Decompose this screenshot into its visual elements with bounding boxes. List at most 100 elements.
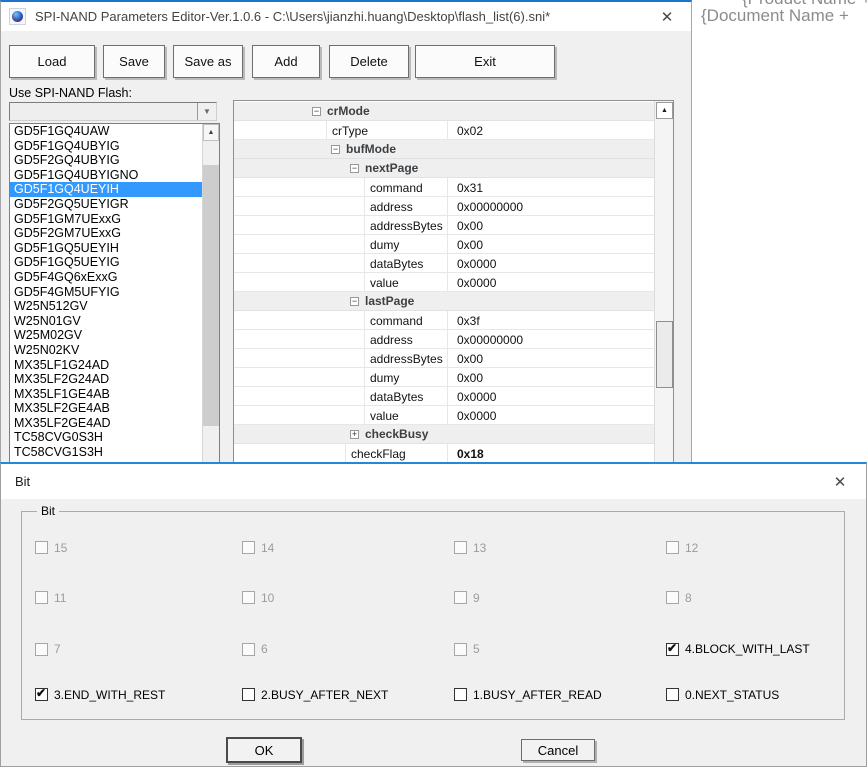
property-value[interactable]: 0x02 xyxy=(447,121,654,139)
table-row[interactable]: command0x31 xyxy=(234,178,654,197)
list-item[interactable]: MX35LF1GE4AB xyxy=(10,387,219,402)
property-value[interactable]: 0x31 xyxy=(447,178,654,196)
list-item[interactable]: MX35LF2G24AD xyxy=(10,372,219,387)
checkbox-label: 2.BUSY_AFTER_NEXT xyxy=(261,688,388,702)
bit-dialog-title-bar: Bit ✕ xyxy=(1,464,866,499)
table-row[interactable]: checkFlag0x18 xyxy=(234,444,654,463)
bit-checkbox-2-busy-after-next[interactable]: 2.BUSY_AFTER_NEXT xyxy=(242,688,454,702)
list-item[interactable]: GD5F4GM5UFYIG xyxy=(10,285,219,300)
property-value[interactable]: 0x18 xyxy=(447,444,654,462)
delete-button[interactable]: Delete xyxy=(329,45,409,78)
list-item[interactable]: GD5F1GQ4UEYIH xyxy=(10,182,219,197)
table-row[interactable]: address0x00000000 xyxy=(234,330,654,349)
table-row[interactable]: +checkBusy xyxy=(234,425,654,444)
flash-combobox[interactable]: ▼ xyxy=(9,102,217,121)
list-item[interactable]: MX35LF1G24AD xyxy=(10,358,219,373)
table-row[interactable]: command0x3f xyxy=(234,311,654,330)
list-item[interactable]: GD5F1GQ4UBYIG xyxy=(10,139,219,154)
grid-scrollbar[interactable]: ▲ xyxy=(654,101,673,465)
collapse-icon[interactable]: − xyxy=(350,297,359,306)
table-row[interactable]: dumy0x00 xyxy=(234,368,654,387)
checkbox-checked-icon[interactable]: ✔ xyxy=(35,688,48,701)
list-item[interactable]: W25M02GV xyxy=(10,328,219,343)
list-item[interactable]: GD5F4GQ6xExxG xyxy=(10,270,219,285)
property-value[interactable]: 0x0000 xyxy=(447,387,654,405)
bit-checkbox-1-busy-after-read[interactable]: 1.BUSY_AFTER_READ xyxy=(454,688,666,702)
collapse-icon[interactable]: − xyxy=(312,107,321,116)
table-row[interactable]: −bufMode xyxy=(234,140,654,159)
save-as-button[interactable]: Save as xyxy=(173,45,243,78)
table-row[interactable]: addressBytes0x00 xyxy=(234,216,654,235)
list-item[interactable]: GD5F1GQ5UEYIG xyxy=(10,255,219,270)
flash-listbox[interactable]: GD5F1GQ4UAWGD5F1GQ4UBYIGGD5F2GQ4UBYIGGD5… xyxy=(9,123,220,468)
close-icon[interactable]: ✕ xyxy=(820,464,860,499)
load-button[interactable]: Load xyxy=(9,45,95,78)
list-scrollbar-thumb[interactable] xyxy=(203,165,219,426)
property-value[interactable]: 0x0000 xyxy=(447,273,654,291)
list-item[interactable]: GD5F2GM7UExxG xyxy=(10,226,219,241)
table-row[interactable]: dataBytes0x0000 xyxy=(234,254,654,273)
bit-checkbox-8: 8 xyxy=(666,591,840,605)
chevron-down-icon[interactable]: ▼ xyxy=(197,103,216,120)
property-name: checkFlag xyxy=(345,444,447,462)
bit-checkbox-11: 11 xyxy=(35,591,242,605)
list-item[interactable]: W25N01GV xyxy=(10,314,219,329)
save-button[interactable]: Save xyxy=(103,45,165,78)
table-row[interactable]: dumy0x00 xyxy=(234,235,654,254)
list-item[interactable]: TC58CVG1S3H xyxy=(10,445,219,460)
add-button[interactable]: Add xyxy=(252,45,320,78)
grid-scrollbar-thumb[interactable] xyxy=(656,321,673,388)
property-value[interactable]: 0x00 xyxy=(447,216,654,234)
property-value[interactable]: 0x0000 xyxy=(447,406,654,424)
list-item[interactable]: GD5F2GQ5UEYIGR xyxy=(10,197,219,212)
table-row[interactable]: value0x0000 xyxy=(234,273,654,292)
bit-checkbox-0-next-status[interactable]: 0.NEXT_STATUS xyxy=(666,688,840,702)
property-name: dataBytes xyxy=(364,254,447,272)
table-row[interactable]: crType0x02 xyxy=(234,121,654,140)
property-value[interactable]: 0x00000000 xyxy=(447,197,654,215)
property-name: value xyxy=(364,406,447,424)
cancel-button[interactable]: Cancel xyxy=(521,739,595,761)
scroll-up-icon[interactable]: ▲ xyxy=(656,102,673,119)
collapse-icon[interactable]: − xyxy=(331,145,340,154)
checkbox-checked-icon[interactable]: ✔ xyxy=(666,643,679,656)
bit-checkbox-9: 9 xyxy=(454,591,666,605)
list-item[interactable]: W25N512GV xyxy=(10,299,219,314)
property-value[interactable]: 0x00 xyxy=(447,368,654,386)
list-item[interactable]: W25N02KV xyxy=(10,343,219,358)
list-item[interactable]: GD5F2GQ4UBYIG xyxy=(10,153,219,168)
list-item[interactable]: TC58CVG0S3H xyxy=(10,430,219,445)
bit-checkbox-3-end-with-rest[interactable]: ✔3.END_WITH_REST xyxy=(35,688,242,702)
checkbox-icon[interactable] xyxy=(454,688,467,701)
table-row[interactable]: dataBytes0x0000 xyxy=(234,387,654,406)
table-row[interactable]: value0x0000 xyxy=(234,406,654,425)
list-item[interactable]: GD5F1GQ4UBYIGNO xyxy=(10,168,219,183)
scroll-up-icon[interactable]: ▲ xyxy=(203,124,219,141)
table-row[interactable]: −nextPage xyxy=(234,159,654,178)
table-row[interactable]: −crMode xyxy=(234,102,654,121)
exit-button[interactable]: Exit xyxy=(415,45,555,78)
list-item[interactable]: GD5F1GM7UExxG xyxy=(10,212,219,227)
list-item[interactable]: MX35LF2GE4AD xyxy=(10,416,219,431)
checkbox-icon[interactable] xyxy=(666,688,679,701)
ok-button[interactable]: OK xyxy=(226,737,302,763)
bit-checkbox-4-block-with-last[interactable]: ✔4.BLOCK_WITH_LAST xyxy=(666,642,840,656)
checkbox-icon xyxy=(242,591,255,604)
property-value[interactable]: 0x3f xyxy=(447,311,654,329)
table-row[interactable]: addressBytes0x00 xyxy=(234,349,654,368)
property-value[interactable]: 0x00000000 xyxy=(447,330,654,348)
expand-icon[interactable]: + xyxy=(350,430,359,439)
property-value[interactable]: 0x00 xyxy=(447,235,654,253)
list-item[interactable]: GD5F1GQ5UEYIH xyxy=(10,241,219,256)
list-item[interactable]: GD5F1GQ4UAW xyxy=(10,124,219,139)
checkbox-icon[interactable] xyxy=(242,688,255,701)
list-item[interactable]: MX35LF2GE4AB xyxy=(10,401,219,416)
property-value[interactable]: 0x0000 xyxy=(447,254,654,272)
list-scrollbar[interactable]: ▲ xyxy=(202,124,219,467)
collapse-icon[interactable]: − xyxy=(350,164,359,173)
property-value[interactable]: 0x00 xyxy=(447,349,654,367)
table-row[interactable]: −lastPage xyxy=(234,292,654,311)
property-name: addressBytes xyxy=(364,216,447,234)
table-row[interactable]: address0x00000000 xyxy=(234,197,654,216)
close-icon[interactable]: ✕ xyxy=(647,2,687,31)
